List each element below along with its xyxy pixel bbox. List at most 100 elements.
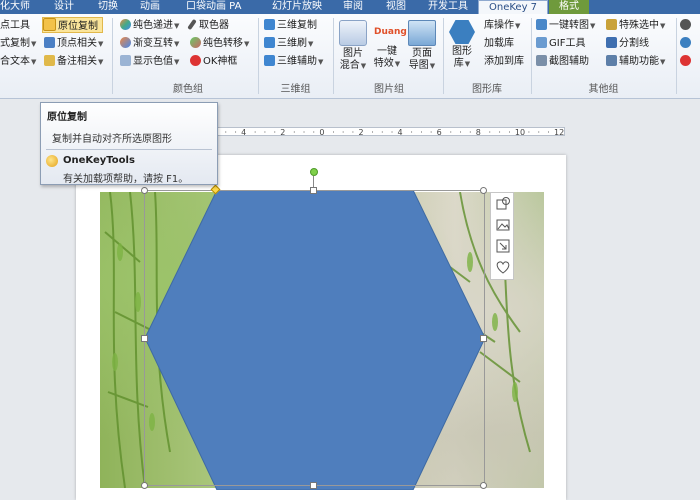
ribbon-library-ops[interactable]: 库操作▼ <box>484 18 520 33</box>
ruler-minor-mark: · <box>429 128 433 136</box>
ribbon-tab-bar: 化大师 设计 切换 动画 口袋动画 PA 幻灯片放映 审阅 视图 开发工具 On… <box>0 0 700 14</box>
horizontal-ruler: 6···4···2···0···2···4···6···8···10···12 <box>195 127 565 136</box>
notes-icon <box>44 55 55 66</box>
resize-handle-bottom[interactable] <box>310 482 317 489</box>
ribbon-one-click-effect-button[interactable]: Duang 一键 特效▼ <box>372 20 407 70</box>
ribbon-solid-transfer[interactable]: 纯色转移▼ <box>190 36 249 51</box>
ribbon-page-guide-button[interactable]: 页面 导图▼ <box>406 20 438 72</box>
tab-slideshow[interactable]: 幻灯片放映 <box>272 0 322 14</box>
ruler-minor-mark: · <box>469 128 472 136</box>
ribbon-color-picker[interactable]: 取色器 <box>187 18 229 33</box>
ribbon-show-color-value[interactable]: 显示色值▼ <box>120 54 179 69</box>
tab-view[interactable]: 视图 <box>386 0 406 14</box>
ruler-minor-mark: · <box>312 128 316 136</box>
ruler-tick-label: 2 <box>358 128 364 136</box>
palette-icon <box>120 19 131 30</box>
gif-icon <box>536 37 547 48</box>
ruler-tick-label: 12 <box>554 128 565 136</box>
ribbon-special-select[interactable]: 特殊选中▼ <box>606 18 665 33</box>
ribbon-gif-tool[interactable]: GIF工具 <box>536 36 585 51</box>
ruler-minor-mark: · <box>224 128 228 136</box>
tab-meihua[interactable]: 化大师 <box>0 0 30 14</box>
ruler-tick-label: 10 <box>514 128 526 136</box>
ribbon-screenshot-assist[interactable]: 截图辅助 <box>536 54 589 69</box>
tab-review[interactable]: 审阅 <box>343 0 363 14</box>
ribbon-separator <box>258 18 259 94</box>
ribbon-auxiliary-functions[interactable]: 辅助功能▼ <box>606 54 665 69</box>
ribbon-separator <box>531 18 532 94</box>
ribbon-extra-1[interactable] <box>680 18 693 33</box>
ruler-minor-mark: · <box>293 128 296 136</box>
ribbon-gradient-swap[interactable]: 渐变互转▼ <box>120 36 179 51</box>
ruler-minor-mark: · <box>527 128 531 136</box>
ribbon-extra-2[interactable] <box>680 36 693 51</box>
ruler-minor-mark: · <box>410 128 413 136</box>
ruler-minor-mark: · <box>420 128 423 136</box>
heart-icon[interactable] <box>495 259 511 275</box>
ruler-minor-mark: · <box>508 128 511 136</box>
group-label-other: 其他组 <box>588 84 619 95</box>
ribbon-add-to-library[interactable]: 添加到库 <box>484 54 524 69</box>
ribbon-extra-3[interactable] <box>680 54 693 69</box>
resize-handle-right[interactable] <box>480 335 487 342</box>
ruler-minor-mark: · <box>332 128 335 136</box>
camera-icon <box>680 19 691 30</box>
ribbon-3d-brush[interactable]: 三维刷▼ <box>264 36 313 51</box>
tab-transitions[interactable]: 切换 <box>98 0 118 14</box>
ribbon-style-copy[interactable]: 式复制▼ <box>0 36 36 51</box>
ruler-minor-mark: · <box>488 128 492 136</box>
resize-handle-bottom-left[interactable] <box>141 482 148 489</box>
tab-developer[interactable]: 开发工具 <box>428 0 468 14</box>
resize-handle-left[interactable] <box>141 335 148 342</box>
cube-icon <box>264 37 275 48</box>
ribbon-image-blend-button[interactable]: 图片 混合▼ <box>338 20 368 72</box>
ribbon-solid-progression[interactable]: 纯色递进▼ <box>120 18 179 33</box>
resize-handle-top-left[interactable] <box>141 187 148 194</box>
crop-shape-icon[interactable] <box>495 196 511 212</box>
tab-animations[interactable]: 动画 <box>140 0 160 14</box>
rotation-handle[interactable] <box>310 168 318 176</box>
tab-onekey[interactable]: OneKey 7 <box>478 0 549 14</box>
ruler-minor-mark: · <box>537 128 540 136</box>
ribbon-separator <box>112 18 113 94</box>
ribbon-3d-assist[interactable]: 三维辅助▼ <box>264 54 323 69</box>
resize-icon[interactable] <box>495 238 511 254</box>
ruler-minor-mark: · <box>253 128 257 136</box>
ruler-minor-mark: · <box>449 128 452 136</box>
duang-icon: Duang <box>374 27 407 37</box>
tab-format[interactable]: 格式 <box>549 0 589 14</box>
ribbon-notes-button[interactable]: 备注相关▼ <box>44 54 103 69</box>
ruler-tick-label: 2 <box>280 128 286 136</box>
vertex-icon <box>44 37 55 48</box>
tab-pocket-animation[interactable]: 口袋动画 PA <box>186 0 241 14</box>
ruler-minor-mark: · <box>234 128 237 136</box>
tab-design[interactable]: 设计 <box>54 0 74 14</box>
resize-handle-top[interactable] <box>310 187 317 194</box>
group-label-image: 图片组 <box>374 84 404 95</box>
stop-icon <box>680 55 691 66</box>
resize-handle-top-right[interactable] <box>480 187 487 194</box>
ruler-minor-mark: · <box>302 128 306 136</box>
ribbon-vertex-button[interactable]: 顶点相关▼ <box>44 36 103 51</box>
ruler-tick-label: 4 <box>397 128 403 136</box>
image-icon[interactable] <box>495 217 511 233</box>
ribbon-separator <box>443 18 444 94</box>
ruler-tick-label: 8 <box>475 128 481 136</box>
copy-icon <box>43 18 56 31</box>
ribbon-3d-copy[interactable]: 三维复制 <box>264 18 317 33</box>
ruler-minor-mark: · <box>351 128 355 136</box>
selection-frame <box>144 190 485 486</box>
grid-icon <box>120 55 131 66</box>
ribbon-ok-frame[interactable]: OK神框 <box>190 54 237 69</box>
ribbon-load-library[interactable]: 加载库 <box>484 36 514 51</box>
ribbon-point-tools[interactable]: 点工具 <box>0 18 30 33</box>
resize-handle-bottom-right[interactable] <box>480 482 487 489</box>
ruler-minor-mark: · <box>341 128 345 136</box>
ribbon-merge-text[interactable]: 合文本▼ <box>0 54 36 69</box>
ribbon-divider-line[interactable]: 分割线 <box>606 36 649 51</box>
select-icon <box>606 19 617 30</box>
ribbon-in-place-copy-button[interactable]: 原位复制 <box>42 17 103 33</box>
ribbon-shape-library-button[interactable]: 图形 库▼ <box>448 20 476 70</box>
ribbon-one-click-to-image[interactable]: 一键转图▼ <box>536 18 595 33</box>
eyedropper-icon <box>187 18 197 31</box>
